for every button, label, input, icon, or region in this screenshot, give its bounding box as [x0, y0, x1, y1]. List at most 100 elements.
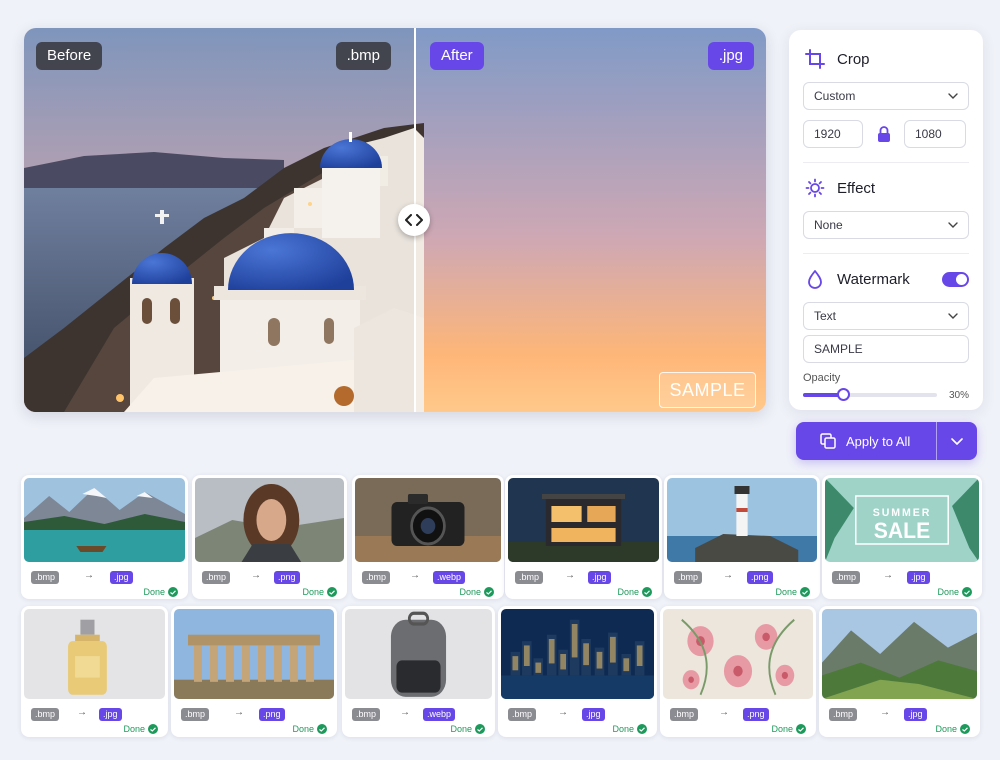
- before-format-badge: .bmp: [335, 42, 391, 70]
- crop-preset-select[interactable]: Custom: [803, 82, 969, 110]
- status-done: Done: [612, 724, 647, 734]
- status-done: Done: [771, 724, 806, 734]
- status-done: Done: [935, 724, 970, 734]
- status-done: Done: [937, 587, 972, 597]
- opacity-slider-knob[interactable]: [837, 388, 851, 401]
- divider: [803, 253, 969, 254]
- before-after-compare[interactable]: Before .bmp After .jpg SAMPLE: [24, 28, 766, 412]
- compare-slider-handle[interactable]: [398, 204, 430, 236]
- target-format-badge: .png: [274, 571, 300, 584]
- source-format-badge: .bmp: [829, 708, 858, 721]
- file-card[interactable]: .bmp → .webp Done: [352, 475, 504, 599]
- file-card[interactable]: .bmp → .webp Done: [342, 606, 495, 737]
- crop-width-value: 1920: [814, 127, 841, 141]
- file-thumbnail: [174, 609, 334, 699]
- file-thumbnail: [822, 609, 977, 699]
- watermark-text-value: SAMPLE: [814, 342, 863, 356]
- arrow-right-icon: →: [400, 707, 410, 718]
- droplet-icon: [803, 267, 827, 291]
- file-thumbnail: [195, 478, 344, 562]
- arrow-right-icon: →: [880, 707, 890, 718]
- apply-to-all-label: Apply to All: [846, 433, 911, 449]
- source-format-badge: .bmp: [181, 708, 210, 721]
- status-done: Done: [775, 587, 810, 597]
- copy-icon: [820, 433, 836, 449]
- crop-width-input[interactable]: 1920: [803, 120, 863, 148]
- after-pane: After .jpg SAMPLE: [415, 28, 766, 412]
- crop-title: Crop: [837, 50, 870, 68]
- status-label: Done: [775, 587, 797, 597]
- target-format-badge: .png: [747, 571, 773, 584]
- file-card[interactable]: .bmp → .png Done: [192, 475, 347, 599]
- file-thumbnail: SUMMER SALE: [825, 478, 979, 562]
- status-done: Done: [459, 587, 494, 597]
- source-format-badge: .bmp: [670, 708, 699, 721]
- file-card[interactable]: .bmp → .jpg Done: [819, 606, 980, 737]
- chevron-down-icon: [948, 313, 958, 319]
- target-format-badge: .jpg: [588, 571, 611, 584]
- crop-section-header: Crop: [803, 47, 969, 71]
- sun-effect-icon: [803, 176, 827, 200]
- source-format-badge: .bmp: [508, 708, 537, 721]
- target-format-badge: .png: [743, 708, 769, 721]
- crop-dimensions-row: 1920 1080: [803, 120, 969, 148]
- source-format-badge: .bmp: [832, 571, 861, 584]
- lock-icon[interactable]: [863, 126, 904, 142]
- chevron-down-icon: [948, 222, 958, 228]
- watermark-section-header: Watermark: [803, 267, 969, 291]
- status-label: Done: [302, 587, 324, 597]
- target-format-badge: .jpg: [99, 708, 122, 721]
- after-format-badge: .jpg: [707, 42, 754, 70]
- file-card[interactable]: SUMMER SALE .bmp → .jpg Done: [822, 475, 982, 599]
- status-done: Done: [302, 587, 337, 597]
- status-done: Done: [450, 724, 485, 734]
- before-label: Before: [36, 42, 103, 70]
- before-pane: Before .bmp: [24, 28, 414, 412]
- before-image: [24, 28, 414, 412]
- status-done: Done: [617, 587, 652, 597]
- target-format-badge: .webp: [433, 571, 466, 584]
- check-circle-icon: [317, 724, 327, 734]
- apply-to-all-button[interactable]: Apply to All: [796, 422, 936, 460]
- check-circle-icon: [800, 587, 810, 597]
- check-circle-icon: [475, 724, 485, 734]
- apply-options-dropdown[interactable]: [937, 422, 977, 460]
- source-format-badge: .bmp: [362, 571, 391, 584]
- opacity-label: Opacity: [803, 372, 841, 384]
- crop-height-value: 1080: [915, 127, 942, 141]
- file-card[interactable]: .bmp → .jpg Done: [505, 475, 662, 599]
- source-format-badge: .bmp: [352, 708, 381, 721]
- arrow-right-icon: →: [723, 570, 733, 581]
- source-format-badge: .bmp: [674, 571, 703, 584]
- watermark-text-input[interactable]: SAMPLE: [803, 335, 969, 363]
- crop-icon: [803, 47, 827, 71]
- file-card[interactable]: .bmp → .jpg Done: [21, 606, 168, 737]
- chevron-down-icon: [951, 437, 963, 445]
- check-circle-icon: [168, 587, 178, 597]
- target-format-badge: .png: [259, 708, 285, 721]
- file-card[interactable]: .bmp → .jpg Done: [21, 475, 188, 599]
- status-label: Done: [617, 587, 639, 597]
- file-thumbnail: [345, 609, 492, 699]
- file-card[interactable]: .bmp → .png Done: [660, 606, 816, 737]
- file-thumbnail: [508, 478, 659, 562]
- file-thumbnail: [24, 609, 165, 699]
- check-circle-icon: [148, 724, 158, 734]
- status-label: Done: [459, 587, 481, 597]
- watermark-toggle[interactable]: [942, 271, 969, 287]
- watermark-type-select[interactable]: Text: [803, 302, 969, 330]
- file-card[interactable]: .bmp → .png Done: [664, 475, 820, 599]
- file-card[interactable]: .bmp → .png Done: [171, 606, 337, 737]
- opacity-slider[interactable]: [803, 388, 937, 401]
- status-label: Done: [143, 587, 165, 597]
- effect-select[interactable]: None: [803, 211, 969, 239]
- status-label: Done: [612, 724, 634, 734]
- file-thumbnail: [355, 478, 501, 562]
- check-circle-icon: [960, 724, 970, 734]
- crop-height-input[interactable]: 1080: [904, 120, 966, 148]
- watermark-preview: SAMPLE: [659, 372, 756, 408]
- file-card[interactable]: .bmp → .jpg Done: [498, 606, 657, 737]
- watermark-type-value: Text: [814, 309, 837, 323]
- arrow-right-icon: →: [84, 570, 94, 581]
- after-label: After: [430, 42, 484, 70]
